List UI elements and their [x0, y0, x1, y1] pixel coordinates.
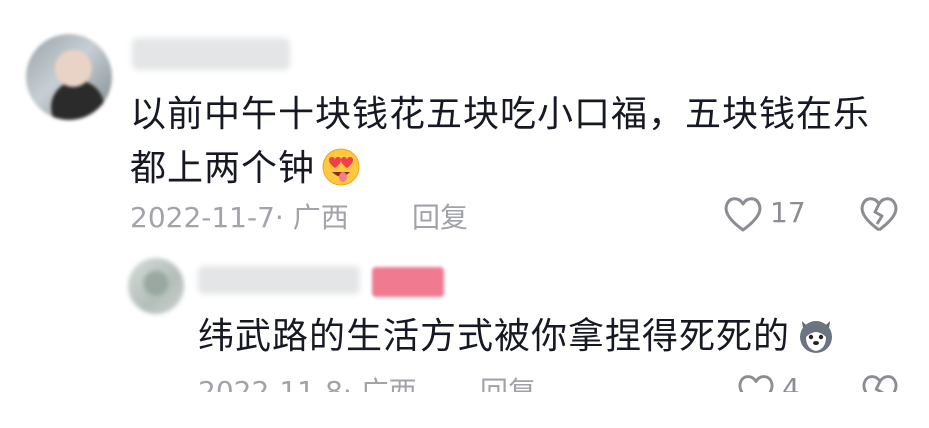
husky-emoji-icon [800, 321, 833, 353]
bottom-crop [0, 392, 929, 428]
like-heart-icon[interactable] [722, 194, 764, 234]
comment-text: 以前中午十块钱花五块吃小口福，五块钱在乐都上两个钟 [130, 88, 890, 196]
commenter-avatar[interactable] [26, 34, 112, 120]
replier-avatar[interactable] [128, 258, 184, 314]
like-count: 17 [770, 196, 806, 229]
reply-body: 纬武路的生活方式被你拿捏得死死的 [198, 316, 791, 357]
comment-body: 以前中午十块钱花五块吃小口福，五块钱在乐都上两个钟 [130, 94, 871, 189]
commenter-name-blurred[interactable] [132, 38, 290, 70]
heart-eyes-emoji-icon [322, 148, 360, 186]
comment-date-location: 2022-11-7· 广西 [130, 201, 349, 234]
reply-text: 纬武路的生活方式被你拿捏得死死的 [198, 313, 898, 361]
author-tag-badge [372, 267, 444, 297]
replier-name-blurred[interactable] [198, 266, 360, 294]
reply-button[interactable]: 回复 [412, 196, 468, 236]
dislike-broken-heart-icon[interactable] [858, 194, 900, 234]
